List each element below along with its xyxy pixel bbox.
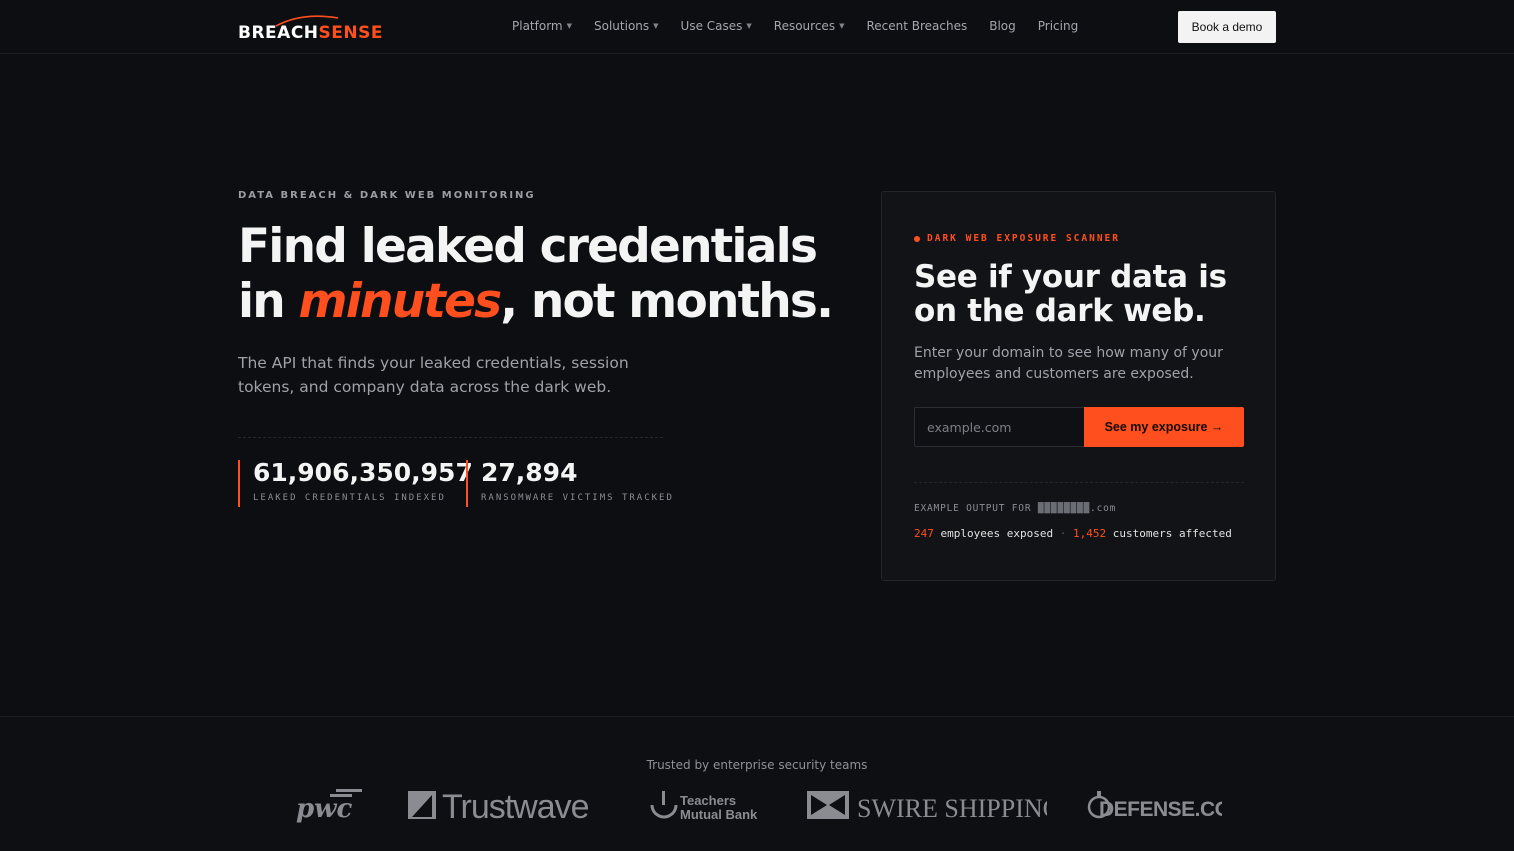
- employees-count: 247: [914, 527, 934, 540]
- headline-end: , not months.: [500, 274, 834, 329]
- caret-down-icon: ▼: [839, 22, 845, 30]
- trusted-by-section: Trusted by enterprise security teams pwc…: [0, 716, 1514, 851]
- customers-count: 1,452: [1072, 527, 1107, 540]
- pwc-logo-mark: pwc: [296, 789, 362, 823]
- stat-credentials: 61,906,350,957 LEAKED CREDENTIALS INDEXE…: [238, 460, 473, 507]
- see-exposure-button[interactable]: See my exposure →: [1084, 407, 1244, 447]
- headline-accent: minutes: [298, 274, 503, 329]
- teachers-mutual-bank-logo-mark: Teachers Mutual Bank: [650, 791, 758, 822]
- stat-credentials-value: 61,906,350,957: [253, 458, 473, 487]
- nav-platform-label: Platform: [512, 19, 563, 33]
- caret-down-icon: ▼: [746, 22, 752, 30]
- nav-pricing[interactable]: Pricing: [1038, 19, 1078, 33]
- nav-solutions-label: Solutions: [594, 19, 650, 33]
- teachers-mutual-bank-logo-text: Teachers Mutual Bank: [680, 793, 758, 822]
- nav-resources[interactable]: Resources ▼: [774, 19, 845, 33]
- nav-use-cases[interactable]: Use Cases ▼: [681, 19, 752, 33]
- example-label-text: EXAMPLE OUTPUT FOR: [914, 503, 1032, 514]
- employees-text: employees exposed: [940, 527, 1054, 540]
- nav-resources-label: Resources: [773, 19, 836, 33]
- redacted-domain: ████████: [1037, 503, 1091, 514]
- headline-line-1: Find leaked credentials: [238, 219, 818, 274]
- stat-ransomware-value: 27,894: [481, 458, 578, 487]
- example-output-label: EXAMPLE OUTPUT FOR ████████.com: [914, 503, 1116, 514]
- scanner-tag-label: DARK WEB EXPOSURE SCANNER: [927, 233, 1120, 244]
- trustwave-logo: Trustwave: [408, 789, 608, 823]
- caret-down-icon: ▼: [653, 22, 659, 30]
- pwc-logo: pwc: [296, 787, 366, 823]
- domain-suffix: .com: [1090, 503, 1117, 514]
- defense-com-logo-mark: DEFENSE.COM: [1087, 791, 1222, 821]
- nav-solutions[interactable]: Solutions ▼: [594, 19, 659, 33]
- logo-swoosh-icon: [275, 15, 339, 27]
- defense-com-logo-text: DEFENSE.COM: [1099, 798, 1222, 821]
- nav-platform[interactable]: Platform ▼: [512, 19, 572, 33]
- scanner-title: See if your data is on the dark web.: [914, 259, 1227, 329]
- headline-in: in: [238, 274, 299, 329]
- defense-com-logo: DEFENSE.COM: [1087, 789, 1222, 823]
- stat-ransomware: 27,894 RANSOMWARE VICTIMS TRACKED: [466, 460, 674, 507]
- nav-recent-breaches[interactable]: Recent Breaches: [866, 19, 967, 33]
- stat-ransomware-label: RANSOMWARE VICTIMS TRACKED: [481, 493, 674, 503]
- stat-credentials-label: LEAKED CREDENTIALS INDEXED: [253, 493, 446, 503]
- scanner-card: DARK WEB EXPOSURE SCANNER See if your da…: [881, 191, 1276, 581]
- scanner-subtitle: Enter your domain to see how many of you…: [914, 345, 1223, 382]
- main-menu: Platform ▼ Solutions ▼ Use Cases ▼ Resource…: [512, 19, 1078, 33]
- status-dot-icon: [914, 235, 920, 242]
- swire-shipping-logo: SWIRE SHIPPING: [807, 789, 1047, 823]
- swire-shipping-logo-mark: SWIRE SHIPPING: [807, 791, 1047, 823]
- customers-text: customers affected: [1112, 527, 1232, 540]
- hero-headline: Find leaked credentials in minutes, not …: [238, 219, 834, 329]
- card-divider: [914, 482, 1244, 483]
- domain-input[interactable]: [914, 407, 1085, 447]
- book-demo-button[interactable]: Book a demo: [1178, 11, 1276, 43]
- hero-subhead: The API that finds your leaked credentia…: [238, 354, 629, 396]
- top-nav: BREACHSENSE Platform ▼ Solutions ▼ Use Cas…: [0, 0, 1514, 54]
- trustwave-logo-mark: Trustwave: [408, 789, 590, 823]
- teachers-mutual-bank-logo: Teachers Mutual Bank: [650, 789, 768, 823]
- hero-divider: [238, 437, 663, 438]
- trusted-label: Trusted by enterprise security teams: [646, 758, 868, 772]
- example-output-result: 247 employees exposed · 1,452 customers …: [914, 527, 1232, 540]
- hero-eyebrow: DATA BREACH & DARK WEB MONITORING: [238, 190, 536, 201]
- result-separator: ·: [1059, 527, 1067, 540]
- swire-shipping-logo-text: SWIRE SHIPPING: [857, 794, 1047, 823]
- nav-use-cases-label: Use Cases: [680, 19, 743, 33]
- trustwave-logo-text: Trustwave: [442, 789, 589, 823]
- scanner-tag: DARK WEB EXPOSURE SCANNER: [914, 233, 1120, 244]
- nav-blog[interactable]: Blog: [989, 19, 1016, 33]
- caret-down-icon: ▼: [566, 22, 572, 30]
- customer-logos: pwc Trustwave Teachers Mutual Bank SWIRE…: [0, 787, 1514, 827]
- pwc-logo-text: pwc: [296, 794, 353, 823]
- breachsense-logo[interactable]: BREACHSENSE: [238, 14, 383, 42]
